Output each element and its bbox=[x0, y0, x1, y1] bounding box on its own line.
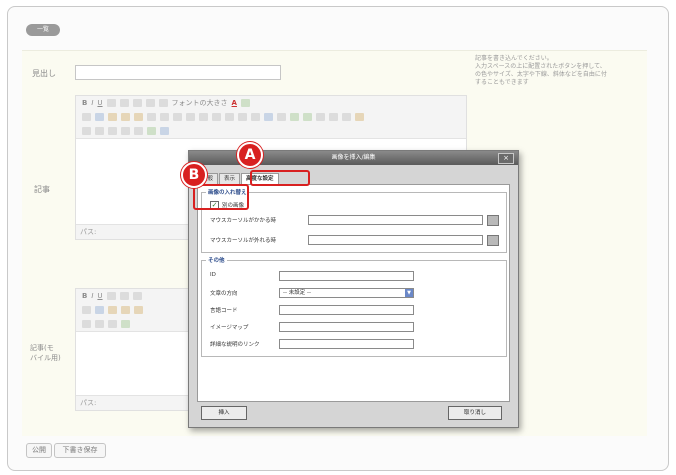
dialog-title-text: 画像を挿入/編集 bbox=[331, 154, 376, 161]
copy-icon[interactable] bbox=[95, 113, 104, 121]
format-toolbar: B I U フォントの大きさ A bbox=[76, 96, 466, 110]
cleanup-icon[interactable] bbox=[316, 113, 325, 121]
number-list-icon[interactable] bbox=[186, 113, 195, 121]
indent-icon[interactable] bbox=[212, 113, 221, 121]
paste-word-icon-2[interactable] bbox=[134, 306, 143, 314]
unlink-icon[interactable] bbox=[277, 113, 286, 121]
other-fieldset: その他 ID 文章の方向 -- 未設定 -- ▼ 言語コード イメージマップ 詳… bbox=[201, 256, 507, 357]
other-legend: その他 bbox=[206, 256, 227, 264]
draft-save-button[interactable]: 下書き保存 bbox=[54, 443, 106, 458]
kiji-mobile-label: 記事(モ バイル用) bbox=[30, 344, 61, 362]
dir-select-value: -- 未設定 -- bbox=[283, 290, 311, 296]
text-color-icon[interactable]: A bbox=[232, 99, 237, 107]
template-icon[interactable] bbox=[160, 127, 169, 135]
kiji-label: 記事 bbox=[34, 185, 50, 194]
edit-toolbar bbox=[76, 110, 466, 124]
dialog-panel: 画像の入れ替え ✓ 別の画像 マウスカーソルがかかる時 マウスカーソルが外れる時… bbox=[197, 184, 510, 402]
special-char-icon[interactable] bbox=[147, 127, 156, 135]
underline-button-2[interactable]: U bbox=[97, 292, 102, 300]
align-left-icon-2[interactable] bbox=[119, 292, 129, 300]
bold-button-2[interactable]: B bbox=[82, 292, 87, 300]
align-left-icon[interactable] bbox=[119, 99, 129, 107]
lang-label: 言語コード bbox=[210, 308, 238, 314]
font-size-select[interactable]: フォントの大きさ bbox=[172, 98, 228, 108]
redo-icon[interactable] bbox=[251, 113, 260, 121]
subscript-icon[interactable] bbox=[121, 127, 130, 135]
replace-icon[interactable] bbox=[160, 113, 169, 121]
misc-toolbar bbox=[76, 124, 466, 138]
table-icon-2[interactable] bbox=[95, 320, 104, 328]
advanced-tab-highlight bbox=[250, 170, 310, 186]
longdesc-input[interactable] bbox=[279, 339, 414, 349]
bullet-list-icon[interactable] bbox=[173, 113, 182, 121]
strike-icon-2[interactable] bbox=[106, 292, 116, 300]
paste-text-icon[interactable] bbox=[121, 113, 130, 121]
align-right-icon[interactable] bbox=[145, 99, 155, 107]
badge-b: B bbox=[181, 162, 207, 188]
cancel-button[interactable]: 取り消し bbox=[448, 406, 502, 420]
cut-icon[interactable] bbox=[82, 113, 91, 121]
copy-icon-2[interactable] bbox=[95, 306, 104, 314]
tab-appearance[interactable]: 表示 bbox=[219, 173, 241, 184]
mouseover-label: マウスカーソルがかかる時 bbox=[210, 218, 277, 224]
quote-icon[interactable] bbox=[225, 113, 234, 121]
link-icon[interactable] bbox=[264, 113, 273, 121]
outdent-icon[interactable] bbox=[199, 113, 208, 121]
id-label: ID bbox=[210, 272, 216, 278]
dir-select[interactable]: -- 未設定 -- ▼ bbox=[279, 288, 414, 298]
special-char-icon-2[interactable] bbox=[121, 320, 130, 328]
longdesc-label: 詳細な説明のリンク bbox=[210, 342, 260, 348]
rule-icon-2[interactable] bbox=[82, 320, 91, 328]
align-center-icon-2[interactable] bbox=[132, 292, 142, 300]
imagemap-label: イメージマップ bbox=[210, 325, 249, 331]
paste-word-icon[interactable] bbox=[134, 113, 143, 121]
badge-a: A bbox=[237, 142, 263, 168]
bold-button[interactable]: B bbox=[82, 99, 87, 107]
browse-icon-2[interactable] bbox=[487, 235, 499, 246]
align-center-icon[interactable] bbox=[132, 99, 142, 107]
midashi-label: 見出し bbox=[32, 69, 56, 78]
midashi-input[interactable] bbox=[75, 65, 281, 80]
anchor-icon[interactable] bbox=[290, 113, 299, 121]
id-input[interactable] bbox=[279, 271, 414, 281]
superscript-icon[interactable] bbox=[134, 127, 143, 135]
media-icon[interactable] bbox=[108, 127, 117, 135]
image-icon[interactable] bbox=[303, 113, 312, 121]
html-icon[interactable] bbox=[342, 113, 351, 121]
italic-button-2[interactable]: I bbox=[91, 292, 93, 300]
browse-icon[interactable] bbox=[487, 215, 499, 226]
hr-icon[interactable] bbox=[329, 113, 338, 121]
paste-text-icon-2[interactable] bbox=[121, 306, 130, 314]
emoticon-icon[interactable] bbox=[355, 113, 364, 121]
undo-icon[interactable] bbox=[238, 113, 247, 121]
imagemap-input[interactable] bbox=[279, 322, 414, 332]
paste-icon[interactable] bbox=[108, 113, 117, 121]
italic-button[interactable]: I bbox=[91, 99, 93, 107]
publish-button[interactable]: 公開 bbox=[26, 443, 52, 458]
underline-button[interactable]: U bbox=[97, 99, 102, 107]
lang-input[interactable] bbox=[279, 305, 414, 315]
justify-icon[interactable] bbox=[158, 99, 168, 107]
highlight-icon[interactable] bbox=[240, 99, 250, 107]
insert-button[interactable]: 挿入 bbox=[201, 406, 247, 420]
mouseout-input[interactable] bbox=[308, 235, 483, 245]
dir-label: 文章の方向 bbox=[210, 291, 238, 297]
swap-highlight bbox=[193, 184, 249, 210]
subscript-icon-2[interactable] bbox=[108, 320, 117, 328]
mouseover-input[interactable] bbox=[308, 215, 483, 225]
paste-icon-2[interactable] bbox=[108, 306, 117, 314]
strike-icon[interactable] bbox=[106, 99, 116, 107]
chevron-down-icon: ▼ bbox=[405, 289, 413, 297]
list-button[interactable]: 一覧 bbox=[26, 24, 60, 36]
rule-icon[interactable] bbox=[82, 127, 91, 135]
table-icon[interactable] bbox=[95, 127, 104, 135]
mouseout-label: マウスカーソルが外れる時 bbox=[210, 238, 277, 244]
find-icon[interactable] bbox=[147, 113, 156, 121]
cut-icon-2[interactable] bbox=[82, 306, 91, 314]
editor-hint: 記事を書き込んでください。 入力スペースの上に配置されたボタンを押して、 の色や… bbox=[475, 55, 607, 86]
close-icon[interactable]: × bbox=[498, 153, 514, 164]
